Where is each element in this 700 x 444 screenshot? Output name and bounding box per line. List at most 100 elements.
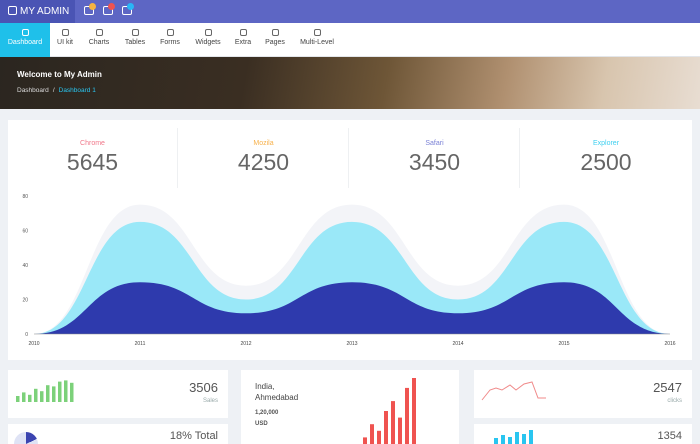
stat-value: 2500: [580, 149, 632, 175]
area-series-2: [34, 282, 670, 334]
nav-label: Widgets: [195, 39, 221, 46]
breadcrumb: Dashboard / Dashboard 1: [17, 87, 96, 94]
stat-explorer: Explorer 2500: [521, 128, 691, 188]
hero-banner: Welcome to My Admin Dashboard / Dashboard …: [0, 57, 700, 109]
edit-icon: [166, 29, 174, 36]
y-tick-label: 60: [22, 229, 28, 235]
tasks-badge: [108, 3, 115, 10]
nav-tables[interactable]: Tables: [120, 23, 150, 57]
main-nav: Dashboard UI kit Charts Tables Forms Wid…: [0, 23, 700, 57]
x-tick-label: 2013: [346, 341, 357, 347]
sales-bar: [28, 394, 32, 402]
brand[interactable]: MY ADMIN: [0, 0, 75, 23]
copy-icon: [271, 29, 279, 36]
browser-area-chart: 0 20 40 60 80 2010 2011 2012 2013 2014 2015 2016: [22, 194, 675, 347]
y-tick-label: 20: [22, 298, 28, 304]
x-tick-label: 2010: [28, 341, 39, 347]
location-bar: [363, 437, 367, 444]
nav-label: Pages: [265, 39, 285, 46]
location-bar: [405, 387, 409, 444]
x-tick-label: 2011: [135, 341, 146, 347]
nav-label: Multi-Level: [300, 39, 334, 46]
y-tick-label: 80: [22, 194, 28, 200]
total-widget: 18% Total: [8, 424, 228, 444]
cyan-bars: [494, 430, 533, 444]
cyan-widget: 1354: [474, 424, 692, 444]
cyan-value: 1354: [657, 430, 682, 442]
pie-chart-icon: [95, 29, 103, 36]
location-bars: [363, 378, 416, 444]
nav-label: UI kit: [57, 39, 73, 46]
nav-forms[interactable]: Forms: [156, 23, 184, 57]
clicks-label: clicks: [667, 398, 682, 404]
clicks-widget: 2547 clicks: [474, 370, 692, 418]
location-bar: [370, 424, 374, 444]
stat-label: Safari: [425, 140, 444, 147]
clicks-value: 2547: [653, 380, 682, 395]
nav-widgets[interactable]: Widgets: [191, 23, 225, 57]
sales-widget: 3506 Sales: [8, 370, 228, 418]
location-widget: India, Ahmedabad 1,20,000 USD: [241, 370, 459, 444]
sales-bar: [52, 386, 56, 402]
target-icon: [239, 29, 247, 36]
nav-ui-kit[interactable]: UI kit: [52, 23, 78, 57]
sales-bar: [40, 391, 44, 402]
nav-pages[interactable]: Pages: [262, 23, 288, 57]
sales-sparkbars: [16, 380, 74, 402]
widget-icon: [204, 29, 212, 36]
sales-value: 3506: [189, 380, 218, 395]
total-value: 18% Total: [169, 430, 218, 442]
table-icon: [131, 29, 139, 36]
nav-label: Forms: [160, 39, 180, 46]
overview-card: Chrome 5645 Mozila 4250 Safari 3450 Expl…: [8, 120, 692, 360]
x-tick-label: 2016: [664, 341, 675, 347]
stat-label: Mozila: [253, 140, 274, 147]
x-tick-label: 2014: [452, 341, 463, 347]
sales-bar: [64, 380, 68, 402]
donut-icon: [14, 432, 38, 444]
stat-value: 4250: [237, 149, 290, 175]
brand-title: MY ADMIN: [20, 6, 70, 17]
location-bar: [384, 411, 388, 444]
nav-charts[interactable]: Charts: [84, 23, 114, 57]
home-icon: [21, 29, 29, 36]
y-tick-label: 0: [25, 332, 28, 338]
y-tick-label: 40: [22, 263, 28, 269]
stat-value: 3450: [408, 149, 461, 175]
nav-extra[interactable]: Extra: [232, 23, 254, 57]
stat-label: Explorer: [592, 140, 620, 147]
location-city-2: Ahmedabad: [255, 393, 299, 402]
location-currency: USD: [255, 421, 268, 427]
nav-multi-level[interactable]: Multi-Level: [296, 23, 338, 57]
location-amount: 1,20,000: [255, 410, 279, 416]
sales-bar: [16, 396, 20, 402]
x-tick-label: 2012: [240, 341, 251, 347]
stat-chrome: Chrome 5645: [8, 128, 178, 188]
location-city: India,: [255, 382, 275, 391]
page-title: Welcome to My Admin: [17, 70, 102, 79]
sales-bar: [22, 392, 26, 402]
stat-value: 5645: [66, 149, 119, 175]
sales-label: Sales: [202, 398, 218, 404]
location-bar: [412, 378, 416, 444]
stat-label: Chrome: [80, 140, 105, 147]
mail-badge: [89, 3, 96, 10]
clicks-sparkline: [481, 381, 546, 401]
top-bar: MY ADMIN: [0, 0, 700, 23]
x-tick-label: 2015: [558, 341, 569, 347]
magnet-icon: [61, 29, 69, 36]
bell-badge: [127, 3, 134, 10]
layers-icon: [313, 29, 321, 36]
nav-label: Dashboard: [7, 39, 43, 46]
stat-safari: Safari 3450: [350, 128, 520, 188]
location-bar: [398, 417, 402, 444]
location-bar: [377, 430, 381, 444]
location-bar: [391, 401, 395, 444]
sales-bar: [70, 382, 74, 402]
breadcrumb-dashboard[interactable]: Dashboard: [17, 87, 49, 94]
stat-mozila: Mozila 4250: [179, 128, 349, 188]
nav-label: Tables: [124, 39, 146, 46]
nav-dashboard[interactable]: Dashboard: [0, 23, 50, 57]
sales-bar: [58, 381, 62, 402]
nav-label: Extra: [234, 39, 252, 46]
